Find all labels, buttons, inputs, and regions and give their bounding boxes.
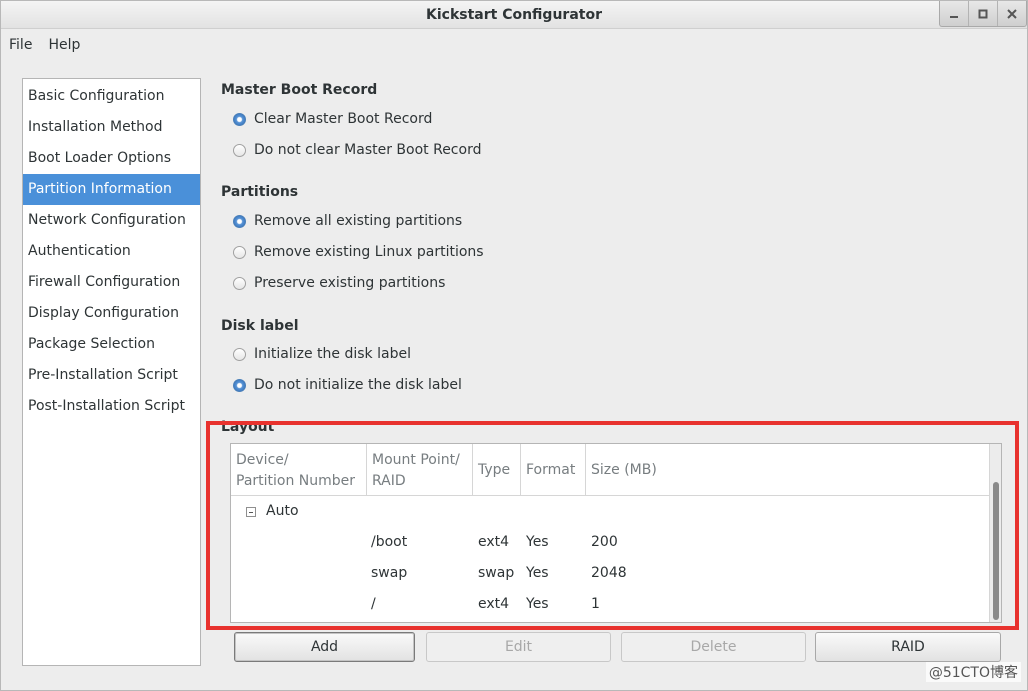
menu-file[interactable]: File: [1, 37, 40, 53]
radio-initialize-disk-label[interactable]: Initialize the disk label: [233, 344, 411, 364]
sidebar-item-authentication[interactable]: Authentication: [23, 236, 200, 267]
radio-label: Remove all existing partitions: [254, 213, 463, 229]
sidebar-item-firewall-configuration[interactable]: Firewall Configuration: [23, 267, 200, 298]
close-icon: [1007, 8, 1017, 19]
close-button[interactable]: [998, 1, 1026, 26]
add-button[interactable]: Add: [234, 632, 415, 662]
radio-label: Initialize the disk label: [254, 346, 411, 362]
cell-type: ext4: [478, 596, 510, 612]
maximize-button[interactable]: [969, 1, 998, 26]
radio-button[interactable]: [233, 378, 246, 392]
cell-type: swap: [478, 565, 515, 581]
radio-remove-linux-partitions[interactable]: Remove existing Linux partitions: [233, 242, 484, 262]
cell-format: Yes: [526, 596, 549, 612]
cell-format: Yes: [526, 565, 549, 581]
mbr-section-title: Master Boot Record: [221, 82, 378, 98]
radio-preserve-partitions[interactable]: Preserve existing partitions: [233, 273, 445, 293]
radio-label: Do not clear Master Boot Record: [254, 142, 482, 158]
column-header-mount-point[interactable]: Mount Point/ RAID: [367, 444, 473, 496]
scrollbar-thumb[interactable]: [993, 482, 999, 620]
sidebar-item-display-configuration[interactable]: Display Configuration: [23, 298, 200, 329]
radio-button[interactable]: [233, 347, 246, 361]
tree-header: Device/ Partition Number Mount Point/ RA…: [231, 444, 989, 496]
radio-do-not-clear-mbr[interactable]: Do not clear Master Boot Record: [233, 140, 481, 160]
collapse-icon[interactable]: [246, 507, 256, 517]
cell-type: ext4: [478, 534, 510, 550]
radio-label: Clear Master Boot Record: [254, 111, 433, 127]
group-label: Auto: [266, 503, 299, 519]
edit-button[interactable]: Edit: [426, 632, 611, 662]
title-bar[interactable]: Kickstart Configurator: [1, 1, 1027, 29]
sidebar-item-package-selection[interactable]: Package Selection: [23, 329, 200, 360]
radio-button[interactable]: [233, 112, 246, 126]
column-header-type[interactable]: Type: [473, 444, 521, 496]
column-header-device[interactable]: Device/ Partition Number: [231, 444, 367, 496]
cell-size: 2048: [591, 565, 627, 581]
app-window: Kickstart Configurator File Help Basic C…: [0, 0, 1028, 691]
minimize-button[interactable]: [940, 1, 969, 26]
sidebar-item-basic-configuration[interactable]: Basic Configuration: [23, 81, 200, 112]
window-controls: [939, 1, 1027, 27]
table-row[interactable]: swap swap Yes 2048: [231, 559, 989, 590]
cell-format: Yes: [526, 534, 549, 550]
column-header-format[interactable]: Format: [521, 444, 586, 496]
delete-button[interactable]: Delete: [621, 632, 806, 662]
radio-do-not-initialize-disk-label[interactable]: Do not initialize the disk label: [233, 375, 462, 395]
disklabel-section-title: Disk label: [221, 318, 299, 334]
table-row[interactable]: / ext4 Yes 1: [231, 590, 989, 621]
radio-button[interactable]: [233, 214, 246, 228]
vertical-scrollbar[interactable]: [989, 444, 1001, 622]
radio-button[interactable]: [233, 143, 246, 157]
menu-bar: File Help: [1, 31, 88, 59]
partition-panel: Master Boot Record Clear Master Boot Rec…: [201, 78, 1027, 690]
column-header-size[interactable]: Size (MB): [586, 444, 989, 496]
sidebar-item-pre-installation-script[interactable]: Pre-Installation Script: [23, 360, 200, 391]
menu-help[interactable]: Help: [40, 37, 88, 53]
radio-button[interactable]: [233, 245, 246, 259]
category-list: Basic Configuration Installation Method Bo…: [22, 78, 201, 666]
partition-layout-tree[interactable]: Device/ Partition Number Mount Point/ RA…: [230, 443, 1002, 623]
cell-size: 200: [591, 534, 618, 550]
cell-mount-point: /boot: [371, 534, 408, 550]
raid-button[interactable]: RAID: [815, 632, 1001, 662]
watermark: @51CTO博客: [925, 662, 1021, 682]
sidebar-item-network-configuration[interactable]: Network Configuration: [23, 205, 200, 236]
layout-section-title: Layout: [221, 419, 275, 435]
sidebar-item-partition-information[interactable]: Partition Information: [23, 174, 200, 205]
cell-mount-point: swap: [371, 565, 408, 581]
sidebar-item-installation-method[interactable]: Installation Method: [23, 112, 200, 143]
sidebar-item-post-installation-script[interactable]: Post-Installation Script: [23, 391, 200, 422]
radio-button[interactable]: [233, 276, 246, 290]
sidebar-item-boot-loader-options[interactable]: Boot Loader Options: [23, 143, 200, 174]
radio-label: Remove existing Linux partitions: [254, 244, 484, 260]
radio-clear-mbr[interactable]: Clear Master Boot Record: [233, 109, 432, 129]
window-title: Kickstart Configurator: [426, 7, 602, 23]
radio-remove-all-partitions[interactable]: Remove all existing partitions: [233, 211, 462, 231]
tree-group-row[interactable]: Auto: [231, 497, 989, 528]
radio-label: Preserve existing partitions: [254, 275, 446, 291]
partitions-section-title: Partitions: [221, 184, 299, 200]
minimize-icon: [950, 15, 958, 18]
layout-button-row: Add Edit Delete RAID: [201, 632, 1027, 662]
cell-mount-point: /: [371, 596, 376, 612]
cell-size: 1: [591, 596, 600, 612]
table-row[interactable]: /boot ext4 Yes 200: [231, 528, 989, 559]
radio-label: Do not initialize the disk label: [254, 377, 462, 393]
maximize-icon: [978, 9, 988, 18]
